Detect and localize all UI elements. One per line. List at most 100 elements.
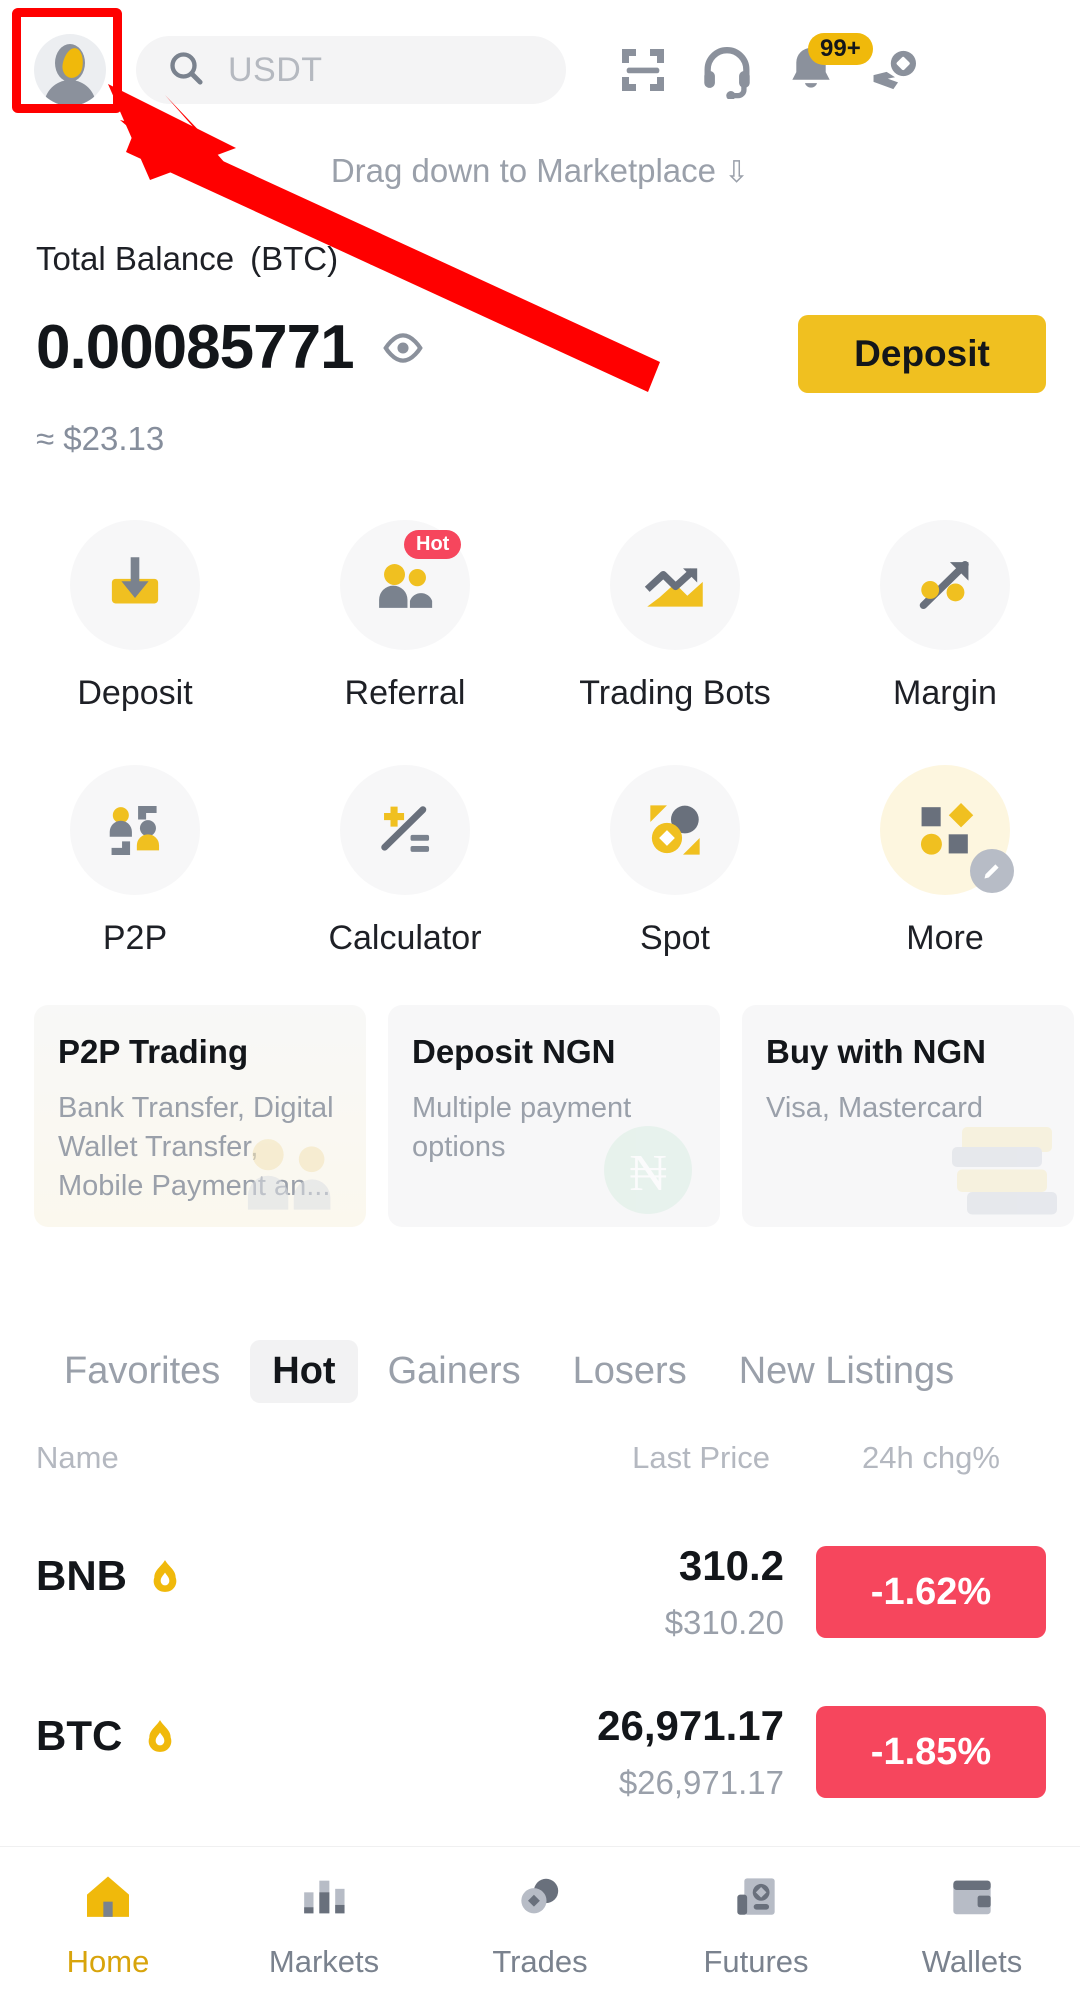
- scan-icon[interactable]: [612, 39, 674, 101]
- eye-toggle-icon[interactable]: [380, 325, 426, 371]
- column-header-name: Name: [36, 1440, 119, 1475]
- wallet-icon: [944, 1869, 1000, 1930]
- flame-hot-icon: [145, 1556, 185, 1596]
- tab-gainers[interactable]: Gainers: [366, 1340, 543, 1403]
- market-symbol: BTC: [36, 1712, 180, 1760]
- hand-coin-icon[interactable]: [864, 39, 926, 101]
- deposit-tray-icon: [70, 520, 200, 650]
- nav-label: Trades: [492, 1943, 588, 1979]
- quick-action-label: Deposit: [77, 674, 193, 712]
- balance-usd-value: ≈ $23.13: [36, 420, 165, 457]
- nav-item-wallets[interactable]: Wallets: [864, 1847, 1080, 2001]
- quick-action-label: Calculator: [328, 919, 482, 957]
- promo-people-art-icon: [226, 1118, 356, 1227]
- table-row[interactable]: BTC 26,971.17 $26,971.17 -1.85%: [0, 1680, 1080, 1840]
- quick-action-label: More: [906, 919, 984, 957]
- promo-title: P2P Trading: [58, 1033, 249, 1070]
- chevron-down-icon: [360, 253, 383, 265]
- quick-action-label: Trading Bots: [579, 674, 771, 712]
- search-icon: [166, 48, 206, 93]
- quick-action-more[interactable]: More: [810, 765, 1080, 958]
- quick-action-margin[interactable]: Margin: [810, 520, 1080, 713]
- market-table-header: Name Last Price 24h chg%: [0, 1440, 1080, 1500]
- nav-label: Wallets: [921, 1943, 1023, 1979]
- nav-item-home[interactable]: Home: [0, 1847, 216, 2001]
- table-row[interactable]: BNB 310.2 $310.20 -1.62%: [0, 1520, 1080, 1680]
- more-shapes-icon: [880, 765, 1014, 895]
- market-usd-price: $310.20: [664, 1604, 784, 1641]
- promo-card-carousel: P2P Trading Bank Transfer, Digital Walle…: [34, 1005, 1074, 1227]
- quick-action-trading-bots[interactable]: Trading Bots: [540, 520, 810, 713]
- notification-badge: 99+: [808, 33, 873, 66]
- tab-losers[interactable]: Losers: [551, 1340, 709, 1403]
- tab-favorites[interactable]: Favorites: [42, 1340, 242, 1403]
- promo-card-buy-with-ngn[interactable]: Buy with NGN Visa, Mastercard: [742, 1005, 1074, 1227]
- quick-action-referral[interactable]: Hot Referral: [270, 520, 540, 713]
- headset-icon[interactable]: [696, 39, 758, 101]
- quick-action-spot[interactable]: Spot: [540, 765, 810, 958]
- promo-title: Buy with NGN: [766, 1033, 986, 1070]
- tab-new-listings[interactable]: New Listings: [717, 1340, 976, 1403]
- quick-action-label: P2P: [102, 919, 168, 957]
- total-balance-label: Total Balance: [36, 240, 235, 277]
- app-header: USDT 99+: [0, 0, 1080, 140]
- nav-item-futures[interactable]: Futures: [648, 1847, 864, 2001]
- nav-label: Markets: [268, 1943, 380, 1979]
- market-change-badge: -1.85%: [816, 1706, 1046, 1798]
- notifications-bell-icon[interactable]: 99+: [780, 33, 873, 101]
- hot-badge: Hot: [404, 530, 462, 559]
- flame-hot-icon: [140, 1716, 180, 1756]
- market-change-badge: -1.62%: [816, 1546, 1046, 1638]
- binance-home-screen: USDT 99+ Drag down to Marketplace ⇩ Tota…: [0, 0, 1080, 2001]
- quick-action-calculator[interactable]: Calculator: [270, 765, 540, 958]
- nav-label: Futures: [703, 1943, 809, 1979]
- nav-label: Home: [66, 1943, 150, 1979]
- chevron-double-down-icon: ⇩: [724, 156, 750, 189]
- market-last-price: 26,971.17: [597, 1702, 784, 1749]
- balance-currency: (BTC): [250, 240, 339, 277]
- quick-action-p2p[interactable]: P2P: [0, 765, 270, 958]
- tab-hot[interactable]: Hot: [250, 1340, 358, 1403]
- edit-pencil-icon[interactable]: [970, 849, 1014, 893]
- quick-action-label: Referral: [344, 674, 466, 712]
- market-last-price: 310.2: [678, 1542, 784, 1589]
- market-usd-price: $26,971.17: [618, 1764, 784, 1801]
- coins-icon: [512, 1869, 568, 1930]
- drag-to-marketplace-hint[interactable]: Drag down to Marketplace ⇩: [0, 152, 1080, 190]
- svg-text:₦: ₦: [629, 1145, 667, 1202]
- avatar-body-shape: [44, 80, 96, 106]
- referral-people-icon: Hot: [340, 520, 470, 650]
- calculator-icon: [340, 765, 470, 895]
- nav-item-trades[interactable]: Trades: [432, 1847, 648, 2001]
- total-balance-selector[interactable]: Total Balance (BTC): [36, 240, 383, 278]
- quick-actions-grid: Deposit Hot Referral Trading Bots Margin…: [0, 520, 1080, 958]
- bottom-navigation: Home Markets Trades Futures Wallets: [0, 1846, 1080, 2001]
- deposit-button[interactable]: Deposit: [798, 315, 1046, 393]
- quick-actions-row-1: Deposit Hot Referral Trading Bots Margin: [0, 520, 1080, 713]
- chart-arrow-icon: [610, 520, 740, 650]
- spot-coin-icon: [610, 765, 740, 895]
- column-header-change: 24h chg%: [862, 1440, 1000, 1475]
- promo-card-deposit-ngn[interactable]: Deposit NGN Multiple payment options ₦: [388, 1005, 720, 1227]
- promo-title: Deposit NGN: [412, 1033, 616, 1070]
- column-header-price: Last Price: [632, 1440, 770, 1475]
- market-symbol-text: BTC: [36, 1712, 123, 1759]
- promo-card-p2p-trading[interactable]: P2P Trading Bank Transfer, Digital Walle…: [34, 1005, 366, 1227]
- market-tabs: Favorites Hot Gainers Losers New Listing…: [0, 1340, 1080, 1403]
- naira-coin-icon: ₦: [600, 1122, 696, 1223]
- search-placeholder-text: USDT: [228, 50, 323, 89]
- margin-arrow-icon: [880, 520, 1010, 650]
- drag-hint-text: Drag down to Marketplace: [330, 152, 717, 189]
- futures-icon: [728, 1869, 784, 1930]
- avatar[interactable]: [34, 34, 106, 106]
- quick-action-deposit[interactable]: Deposit: [0, 520, 270, 713]
- balance-amount-row: 0.00085771: [36, 312, 426, 383]
- p2p-people-icon: [70, 765, 200, 895]
- nav-item-markets[interactable]: Markets: [216, 1847, 432, 2001]
- market-symbol: BNB: [36, 1552, 185, 1600]
- quick-action-label: Spot: [640, 919, 710, 957]
- market-symbol-text: BNB: [36, 1552, 127, 1599]
- search-input[interactable]: USDT: [136, 36, 566, 104]
- home-icon: [80, 1869, 136, 1930]
- quick-actions-row-2: P2P Calculator Spot More: [0, 765, 1080, 958]
